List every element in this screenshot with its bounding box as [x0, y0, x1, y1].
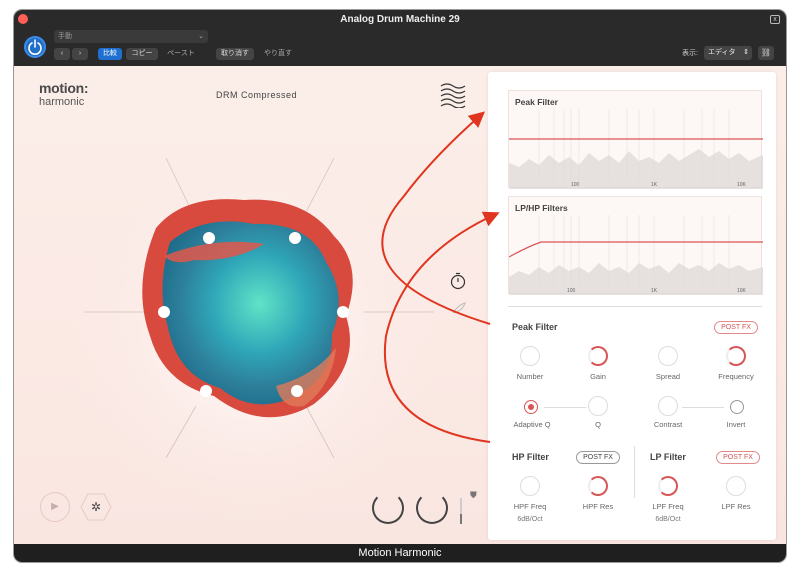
annotation-arrow — [381, 111, 491, 325]
chevron-down-icon: ⌄ — [198, 33, 204, 40]
redo-button[interactable]: やり直す — [258, 48, 298, 60]
close-icon[interactable]: x — [770, 15, 780, 24]
link-icon: ⛓ — [760, 48, 772, 57]
power-icon — [28, 39, 42, 55]
plugin-window: Analog Drum Machine 29 x 手動 ⌄ ‹ › 比較 コピー… — [14, 10, 786, 562]
compare-button[interactable]: 比較 — [98, 48, 122, 60]
paste-button[interactable]: ペースト — [164, 48, 198, 60]
back-button[interactable]: ‹ — [54, 48, 70, 60]
undo-button[interactable]: 取り消す — [216, 48, 254, 60]
window-titlebar: Analog Drum Machine 29 x 手動 ⌄ ‹ › 比較 コピー… — [14, 10, 786, 66]
window-title: Analog Drum Machine 29 — [340, 14, 460, 25]
plugin-body: motion: harmonic DRM Compressed ▶ ✲ ⛊ Pe… — [14, 66, 786, 544]
annotation-arrows — [381, 111, 500, 443]
annotation-arrow — [383, 211, 500, 443]
forward-button[interactable]: › — [72, 48, 88, 60]
link-button[interactable]: ⛓ — [758, 46, 774, 60]
power-button[interactable] — [24, 36, 46, 58]
view-value: エディタ — [708, 49, 736, 56]
view-label: 表示: — [682, 50, 698, 57]
preset-value: 手動 — [58, 33, 72, 40]
preset-dropdown[interactable]: 手動 ⌄ — [54, 30, 208, 43]
copy-button[interactable]: コピー — [126, 48, 158, 60]
chevron-updown-icon: ⇕ — [743, 49, 749, 56]
view-dropdown[interactable]: エディタ ⇕ — [704, 46, 752, 60]
footer-title: Motion Harmonic — [14, 544, 786, 562]
